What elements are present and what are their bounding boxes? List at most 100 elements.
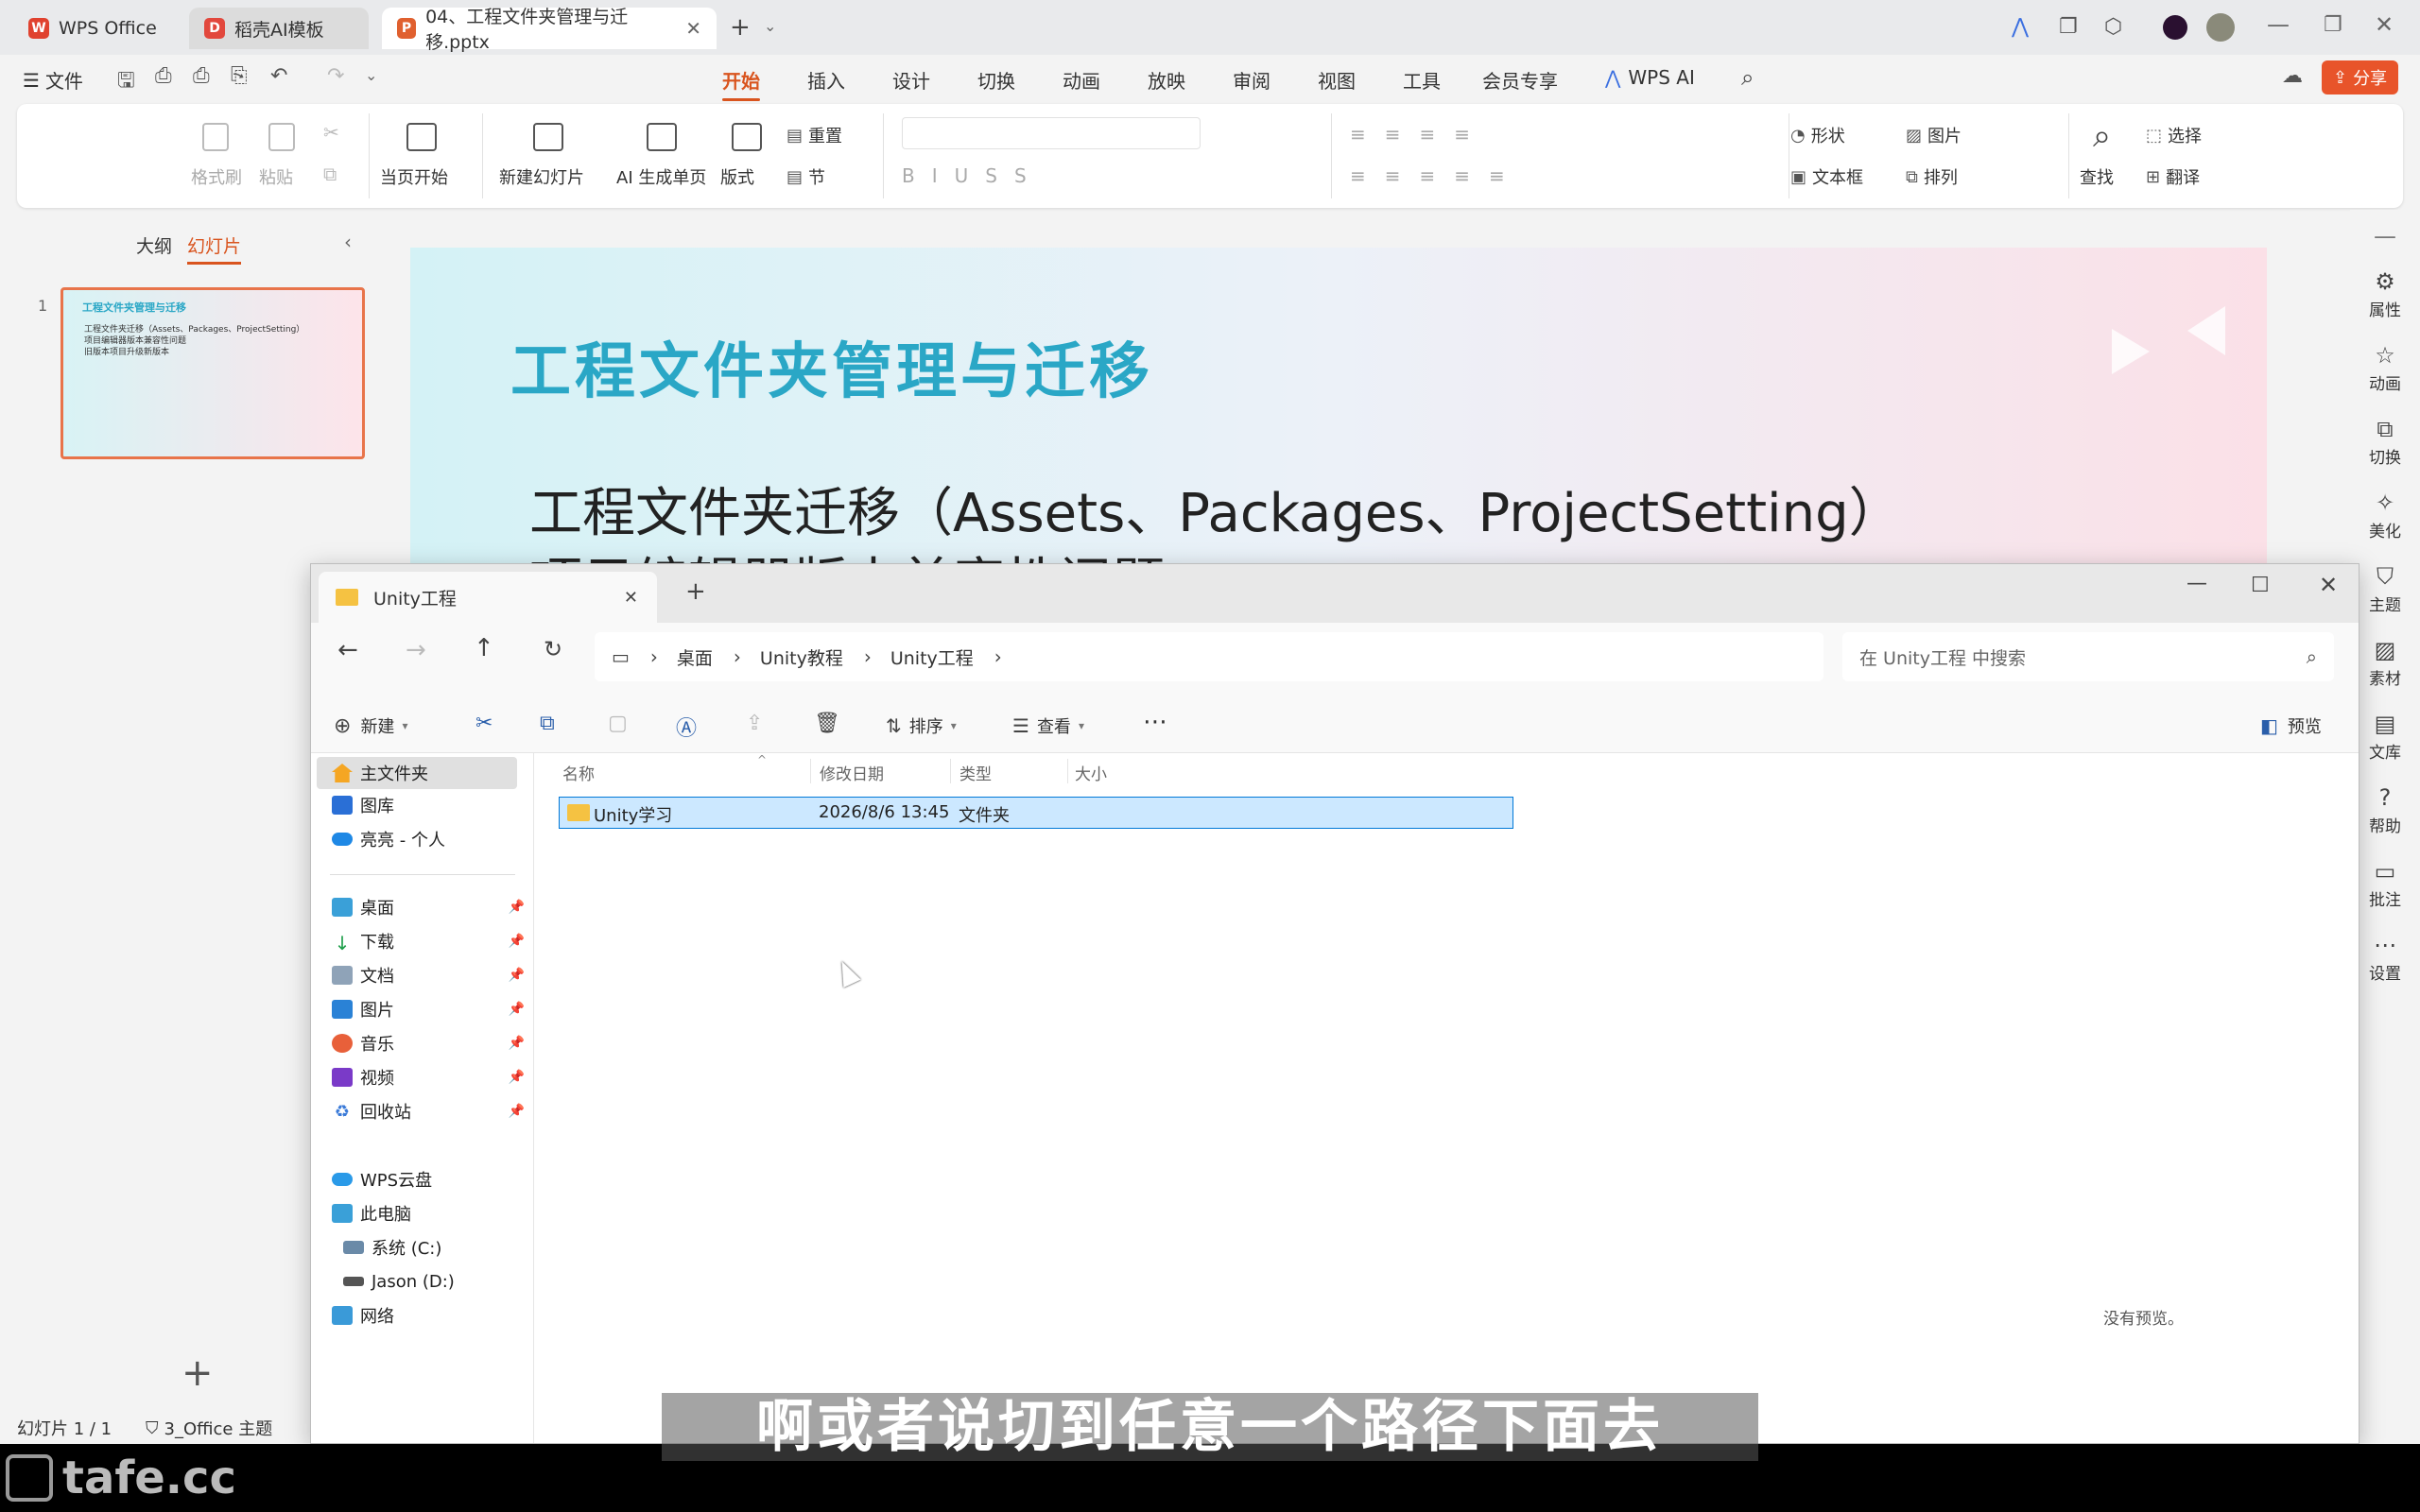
nav-network[interactable]: 网络: [332, 1299, 532, 1332]
pin-icon[interactable]: 📌: [509, 1002, 525, 1017]
search-icon[interactable]: ⌕: [1741, 64, 1754, 91]
minimize-panel-icon[interactable]: —: [2350, 223, 2420, 249]
tab-wps-office[interactable]: W WPS Office: [13, 8, 172, 49]
column-header-type[interactable]: 类型: [959, 761, 992, 784]
new-slide-icon[interactable]: [533, 123, 563, 151]
chevron-down-icon[interactable]: ⌄: [764, 17, 776, 35]
slide-canvas[interactable]: 工程文件夹管理与迁移 工程文件夹迁移（Assets、Packages、Proje…: [410, 248, 2267, 569]
nav-drive-c[interactable]: 系统 (C:): [343, 1231, 544, 1263]
close-window-icon[interactable]: ✕: [2375, 11, 2394, 38]
textbox-button[interactable]: ▣ 文本框: [1790, 164, 1863, 189]
copy-icon[interactable]: ⧉: [540, 712, 555, 735]
column-header-name[interactable]: 名称: [562, 761, 595, 784]
tab-slides[interactable]: 幻灯片: [187, 232, 242, 265]
select-button[interactable]: ⬚ 选择: [2146, 123, 2202, 147]
column-header-size[interactable]: 大小: [1075, 761, 1107, 784]
paste-icon[interactable]: [268, 123, 295, 151]
font-style-buttons[interactable]: BIUSS: [902, 164, 1044, 187]
more-icon[interactable]: ⋯: [1143, 708, 1167, 736]
window-icon[interactable]: ❐: [2059, 15, 2078, 39]
cut-icon[interactable]: ✂: [475, 712, 493, 735]
arrange-button[interactable]: ⧉ 排列: [1906, 164, 1958, 189]
tab-slideshow[interactable]: 放映: [1148, 66, 1185, 94]
export-icon[interactable]: ⎙: [155, 64, 172, 88]
tab-transition[interactable]: 切换: [977, 66, 1015, 94]
ai-single-page-button[interactable]: AI 生成单页: [616, 164, 706, 189]
print-icon[interactable]: ⎙: [193, 64, 210, 88]
nav-recycle[interactable]: ♻ 回收站 📌: [332, 1095, 532, 1127]
nav-wps-cloud[interactable]: WPS云盘: [332, 1163, 532, 1195]
sidebar-beautify[interactable]: ✧ 美化: [2350, 490, 2420, 541]
format-painter-button[interactable]: 格式刷: [191, 164, 242, 189]
share-button[interactable]: ⇪ 分享: [2322, 60, 2399, 94]
restore-icon[interactable]: ❐: [2324, 13, 2342, 37]
format-painter-icon[interactable]: [202, 123, 229, 151]
pin-icon[interactable]: 📌: [509, 968, 525, 983]
find-icon[interactable]: ⌕: [2093, 117, 2111, 155]
close-icon[interactable]: ✕: [685, 17, 701, 40]
tab-pptx[interactable]: P 04、工程文件夹管理与迁移.pptx ✕: [382, 7, 717, 53]
search-box[interactable]: 在 Unity工程 中搜索 ⌕: [1842, 632, 2334, 681]
breadcrumb-item[interactable]: Unity工程: [890, 644, 974, 670]
nav-pictures[interactable]: 图片 📌: [332, 993, 532, 1025]
nav-this-pc[interactable]: 此电脑: [332, 1197, 532, 1229]
tab-wps-ai[interactable]: ⋀ WPS AI: [1605, 66, 1695, 89]
tab-review[interactable]: 审阅: [1233, 66, 1270, 94]
sidebar-material[interactable]: ▨ 素材: [2350, 637, 2420, 689]
app-icon[interactable]: [2163, 15, 2187, 40]
search-input[interactable]: 在 Unity工程 中搜索: [1859, 644, 2026, 670]
new-tab-icon[interactable]: +: [685, 577, 706, 606]
sidebar-library[interactable]: ▤ 文库: [2350, 711, 2420, 763]
slide-title[interactable]: 工程文件夹管理与迁移: [510, 323, 1153, 410]
new-slide-button[interactable]: 新建幻灯片: [499, 164, 584, 189]
undo-icon[interactable]: ↶: [270, 64, 287, 88]
ai-page-icon[interactable]: [647, 123, 677, 151]
slide-thumbnail[interactable]: 工程文件夹管理与迁移 工程文件夹迁移（Assets、Packages、Proje…: [60, 287, 365, 459]
nav-desktop[interactable]: 桌面 📌: [332, 891, 532, 923]
nav-downloads[interactable]: ↓ 下载 📌: [332, 925, 532, 957]
add-slide-icon[interactable]: +: [182, 1351, 214, 1395]
sidebar-animation[interactable]: ☆ 动画: [2350, 342, 2420, 394]
nav-videos[interactable]: 视频 📌: [332, 1061, 532, 1093]
play-icon[interactable]: [406, 123, 437, 151]
forward-icon[interactable]: →: [406, 636, 426, 664]
preview-button[interactable]: ◧ 预览: [2260, 713, 2322, 738]
maximize-icon[interactable]: ☐: [2251, 574, 2270, 597]
layout-icon[interactable]: [732, 123, 762, 151]
chevron-down-icon[interactable]: ⌄: [365, 66, 377, 84]
font-family-select[interactable]: [902, 117, 1201, 149]
new-tab-icon[interactable]: +: [730, 13, 751, 42]
theme-indicator[interactable]: ⛉ 3_Office 主题: [146, 1416, 272, 1440]
close-window-icon[interactable]: ✕: [2319, 572, 2338, 598]
sidebar-help[interactable]: ? 帮助: [2350, 784, 2420, 836]
view-button[interactable]: ☰ 查看 ▾: [1012, 713, 1084, 738]
tab-tools[interactable]: 工具: [1403, 66, 1441, 94]
sidebar-comment[interactable]: ▭ 批注: [2350, 858, 2420, 910]
tab-animation[interactable]: 动画: [1063, 66, 1100, 94]
paste-button[interactable]: 粘贴: [259, 164, 293, 189]
paste-icon[interactable]: ▢: [608, 712, 628, 735]
section-button[interactable]: ▤ 节: [786, 164, 825, 189]
cut-icon[interactable]: ✂: [323, 121, 339, 144]
cloud-icon[interactable]: ☁: [2282, 64, 2303, 88]
pin-icon[interactable]: 📌: [509, 900, 525, 915]
find-button[interactable]: 查找: [2080, 164, 2114, 189]
tab-docer[interactable]: D 稻壳AI模板: [189, 8, 369, 49]
sort-button[interactable]: ⇅ 排序 ▾: [886, 713, 957, 738]
nav-onedrive[interactable]: 亮亮 - 个人: [332, 823, 532, 855]
nav-drive-d[interactable]: Jason (D:): [343, 1265, 544, 1297]
breadcrumb-item[interactable]: Unity教程: [760, 644, 843, 670]
column-header-modified[interactable]: 修改日期: [820, 761, 884, 784]
picture-button[interactable]: ▨ 图片: [1906, 123, 1962, 147]
reset-button[interactable]: ▤ 重置: [786, 123, 842, 147]
new-button[interactable]: ⊕ 新建 ▾: [334, 713, 407, 738]
pin-icon[interactable]: 📌: [509, 934, 525, 949]
refresh-icon[interactable]: ↻: [544, 636, 562, 662]
translate-button[interactable]: ⊞ 翻译: [2146, 164, 2200, 189]
rename-icon[interactable]: Ⓐ: [676, 712, 697, 742]
align-buttons[interactable]: ≡≡≡≡≡: [1350, 164, 1524, 187]
nav-gallery[interactable]: 图库: [332, 789, 532, 821]
preview-icon[interactable]: ⎘: [231, 64, 248, 88]
share-icon[interactable]: ⇪: [746, 712, 763, 735]
minimize-icon[interactable]: —: [2187, 572, 2207, 595]
